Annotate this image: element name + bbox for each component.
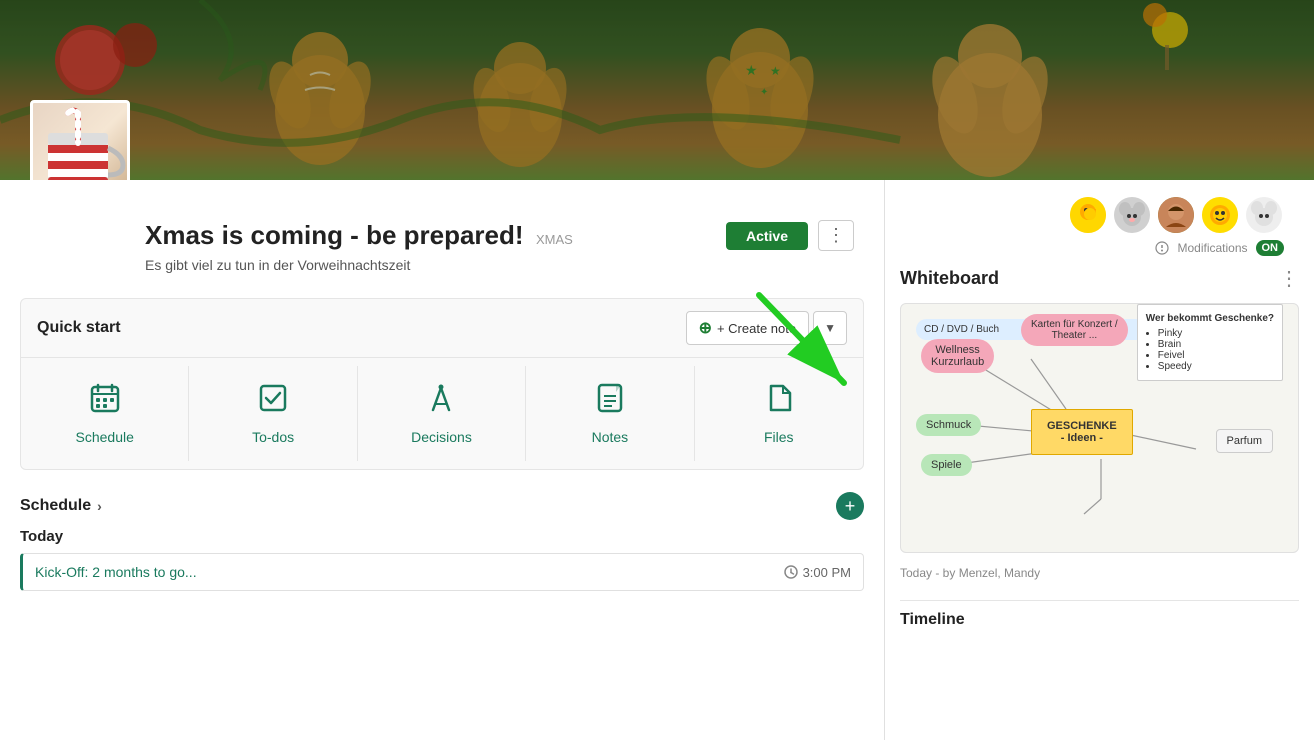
member-avatar-3[interactable] xyxy=(1156,195,1196,235)
schedule-icon xyxy=(89,382,121,421)
decisions-label: Decisions xyxy=(411,429,472,445)
action-notes[interactable]: Notes xyxy=(526,366,694,461)
quick-start-title: Quick start xyxy=(37,319,121,337)
event-item[interactable]: Kick-Off: 2 months to go... 3:00 PM xyxy=(20,553,864,591)
schedule-chevron: › xyxy=(97,498,102,514)
wb-wer-title: Wer bekommt Geschenke? xyxy=(1146,313,1274,324)
event-title: Kick-Off: 2 months to go... xyxy=(35,564,197,580)
wb-wer-item: Feivel xyxy=(1158,350,1274,361)
files-icon xyxy=(763,382,795,421)
schedule-section: Schedule › + Today Kick-Off: 2 months to… xyxy=(20,480,864,591)
todos-label: To-dos xyxy=(252,429,294,445)
clock-icon xyxy=(784,565,798,579)
right-panel-bottom: Timeline xyxy=(900,600,1299,629)
create-note-button[interactable]: ⊕ + Create note xyxy=(686,311,810,345)
wb-wer-item: Speedy xyxy=(1158,361,1274,372)
member-avatar-2[interactable] xyxy=(1112,195,1152,235)
wb-spiele-node: Spiele xyxy=(921,454,972,476)
wb-wer-item: Pinky xyxy=(1158,328,1274,339)
whiteboard-header: Whiteboard ⋮ xyxy=(900,266,1299,291)
banner-decoration: ★ ✦ ★ xyxy=(0,0,1314,180)
avatar-bird xyxy=(1070,197,1106,233)
title-left: Xmas is coming - be prepared! XMAS Es gi… xyxy=(145,220,573,273)
whiteboard-title: Whiteboard xyxy=(900,268,999,289)
modifications-label: Modifications xyxy=(1177,241,1247,255)
left-panel: Xmas is coming - be prepared! XMAS Es gi… xyxy=(0,180,884,740)
files-label: Files xyxy=(764,429,794,445)
schedule-add-button[interactable]: + xyxy=(836,492,864,520)
title-section: Xmas is coming - be prepared! XMAS Es gi… xyxy=(0,180,884,288)
member-avatar-5[interactable] xyxy=(1244,195,1284,235)
banner-background: ★ ✦ ★ xyxy=(0,0,1314,180)
banner-section: ★ ✦ ★ xyxy=(0,0,1314,180)
today-label: Today xyxy=(20,528,864,545)
wb-geschenke-node: GESCHENKE- Ideen - xyxy=(1031,409,1133,455)
schedule-header: Schedule › + xyxy=(20,480,864,528)
member-avatar-4[interactable] xyxy=(1200,195,1240,235)
notes-icon xyxy=(594,382,626,421)
profile-avatar-section xyxy=(30,100,130,180)
page-tag: XMAS xyxy=(536,232,573,247)
quick-start-actions: ⊕ + Create note ▼ xyxy=(686,311,847,345)
wb-wer-node: Wer bekommt Geschenke? Pinky Brain Feive… xyxy=(1137,304,1283,381)
modifications-toggle[interactable]: ON xyxy=(1256,240,1285,256)
whiteboard-more-button[interactable]: ⋮ xyxy=(1279,266,1299,291)
avatar-mouse xyxy=(1114,197,1150,233)
title-more-button[interactable]: ⋮ xyxy=(818,220,854,251)
avatar-mouse2 xyxy=(1246,197,1282,233)
create-note-icon: ⊕ xyxy=(699,318,712,338)
avatar-image xyxy=(33,103,127,180)
create-note-dropdown[interactable]: ▼ xyxy=(813,311,847,345)
avatar-star xyxy=(1202,197,1238,233)
create-note-label: + Create note xyxy=(717,321,796,336)
notes-label: Notes xyxy=(592,429,629,445)
action-schedule[interactable]: Schedule xyxy=(21,366,189,461)
main-content: Xmas is coming - be prepared! XMAS Es gi… xyxy=(0,180,1314,740)
whiteboard-footer: Today - by Menzel, Mandy xyxy=(900,561,1299,585)
whiteboard-canvas[interactable]: WellnessKurzurlaub Karten für Konzert /T… xyxy=(900,303,1299,553)
avatar-woman xyxy=(1158,197,1194,233)
decisions-icon xyxy=(425,382,457,421)
wb-wer-list: Pinky Brain Feivel Speedy xyxy=(1146,328,1274,372)
wb-karten-node: Karten für Konzert /Theater ... xyxy=(1021,314,1128,346)
page-subtitle: Es gibt viel zu tun in der Vorweihnachts… xyxy=(145,257,573,273)
schedule-title-link[interactable]: Schedule › xyxy=(20,497,102,515)
schedule-title-text: Schedule xyxy=(20,497,91,515)
todos-icon xyxy=(257,382,289,421)
wb-wellness-node: WellnessKurzurlaub xyxy=(921,339,994,373)
schedule-label: Schedule xyxy=(76,429,134,445)
status-badge: Active xyxy=(726,222,808,250)
wb-wer-item: Brain xyxy=(1158,339,1274,350)
action-todos[interactable]: To-dos xyxy=(189,366,357,461)
profile-avatar xyxy=(30,100,130,180)
page-title: Xmas is coming - be prepared! xyxy=(145,220,524,250)
wb-parfum-node: Parfum xyxy=(1216,429,1273,453)
wb-schmuck-node: Schmuck xyxy=(916,414,981,436)
title-right: Active ⋮ xyxy=(726,220,854,251)
timeline-title: Timeline xyxy=(900,611,1299,629)
member-avatar-1[interactable] xyxy=(1068,195,1108,235)
quick-actions-grid: Schedule To-dos xyxy=(21,358,863,469)
modifications-row: Modifications ON xyxy=(900,240,1299,266)
modifications-icon xyxy=(1155,241,1169,255)
quick-start-header: Quick start ⊕ + Create note ▼ xyxy=(21,299,863,358)
action-files[interactable]: Files xyxy=(695,366,863,461)
action-decisions[interactable]: Decisions xyxy=(358,366,526,461)
event-time: 3:00 PM xyxy=(784,565,851,580)
quick-start-panel: Quick start ⊕ + Create note ▼ xyxy=(20,298,864,470)
members-avatars xyxy=(900,195,1299,240)
right-panel: Modifications ON Whiteboard ⋮ xyxy=(884,180,1314,740)
